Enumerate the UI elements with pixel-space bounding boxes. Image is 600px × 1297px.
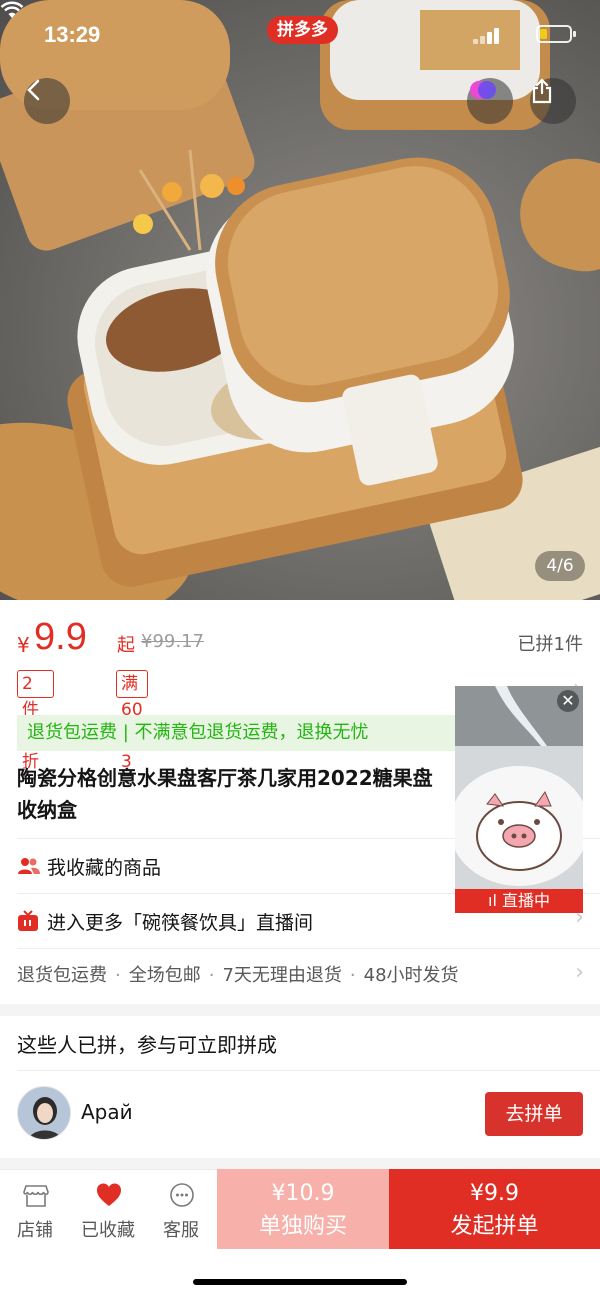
product-image[interactable]: 13:29 拼多多 4/6 — [0, 0, 600, 600]
app-logo: 拼多多 — [267, 16, 338, 44]
share-icon — [532, 78, 552, 104]
buy-alone-label: 单独购买 — [258, 1214, 347, 1239]
product-title: 陶瓷分格创意水果盘客厅茶几家用2022糖果盘 收纳盒 — [17, 762, 455, 826]
back-button[interactable] — [24, 78, 70, 124]
sold-count: 已拼1件 — [517, 634, 583, 655]
heart-icon — [97, 1183, 121, 1206]
guarantee-bar[interactable]: 退货包运费 | 不满意包退货运费，退换无忧 — [17, 715, 455, 751]
image-counter: 4/6 — [535, 551, 585, 581]
group-price: ¥9.9 — [470, 1181, 519, 1206]
service-item: 7天无理由退货 — [222, 965, 342, 986]
chevron-right-icon: › — [575, 960, 584, 985]
wifi-icon — [0, 1, 24, 18]
price-suffix: 起 — [117, 635, 135, 656]
promo-tag[interactable]: 满60减3 — [116, 670, 148, 772]
service-item: 48小时发货 — [363, 965, 459, 986]
share-button[interactable] — [530, 78, 576, 124]
live-bars-icon: ıl — [488, 891, 502, 910]
price-currency: ¥ — [17, 633, 30, 657]
tab-service-label: 客服 — [163, 1220, 199, 1241]
close-icon[interactable]: ✕ — [557, 690, 579, 712]
product-title-line2: 收纳盒 — [17, 798, 77, 822]
dual-circle-button[interactable] — [467, 78, 513, 124]
home-indicator[interactable] — [193, 1279, 407, 1285]
product-title-line1: 陶瓷分格创意水果盘客厅茶几家用2022糖果盘 — [17, 766, 433, 790]
group-user-row[interactable]: Apaй 去拼单 — [17, 1086, 583, 1142]
dual-circle-icon — [470, 81, 496, 99]
live-badge-label: 直播中 — [501, 891, 550, 910]
promo-tag[interactable]: 2件9.9折 — [17, 670, 55, 772]
tab-favorited[interactable]: 已收藏 — [75, 1170, 141, 1250]
live-preview — [455, 686, 583, 913]
users-icon — [18, 858, 40, 874]
chevron-left-icon — [27, 79, 40, 101]
divider — [17, 948, 600, 949]
service-item: 退货包运费 — [17, 965, 107, 986]
group-label: 发起拼单 — [450, 1214, 539, 1239]
store-icon — [23, 1185, 49, 1207]
status-time: 13:29 — [44, 22, 101, 47]
service-row[interactable]: 退货包运费 · 全场包邮 · 7天无理由退货 · 48小时发货 — [17, 958, 459, 994]
username: Apaй — [81, 1100, 133, 1124]
tab-favorited-label: 已收藏 — [81, 1220, 135, 1241]
section-gap — [0, 1004, 600, 1016]
status-bar: 13:29 拼多多 — [0, 0, 600, 70]
price-value: 9.9 — [34, 616, 87, 658]
tab-store-label: 店铺 — [17, 1220, 53, 1241]
buy-alone-button[interactable]: ¥10.9 单独购买 — [217, 1169, 389, 1249]
divider — [17, 1070, 600, 1071]
tab-store[interactable]: 店铺 — [2, 1170, 68, 1250]
chat-icon — [170, 1183, 194, 1207]
tab-customer-service[interactable]: 客服 — [148, 1170, 214, 1250]
favorites-row[interactable]: 我收藏的商品 — [17, 848, 161, 884]
service-item: 全场包邮 — [128, 965, 201, 986]
signal-icon — [473, 28, 499, 44]
favorites-label: 我收藏的商品 — [47, 856, 162, 879]
live-room-label: 进入更多「碗筷餐饮具」直播间 — [47, 911, 314, 934]
join-group-button[interactable]: 去拼单 — [485, 1092, 583, 1136]
avatar — [17, 1086, 71, 1140]
original-price: ¥99.17 — [141, 631, 204, 652]
live-stream-float[interactable]: ✕ ıl 直播中 — [455, 686, 583, 913]
start-group-button[interactable]: ¥9.9 发起拼单 — [389, 1169, 600, 1249]
price-row: ¥ 9.9 起 ¥99.17 已拼1件 — [17, 616, 583, 664]
buy-alone-price: ¥10.9 — [271, 1181, 335, 1206]
live-room-row[interactable]: 进入更多「碗筷餐饮具」直播间 — [17, 903, 313, 939]
tv-icon — [18, 910, 38, 931]
battery-icon — [536, 25, 576, 43]
live-badge: ıl 直播中 — [455, 889, 583, 913]
group-section-title: 这些人已拼，参与可立即拼成 — [17, 1033, 277, 1057]
